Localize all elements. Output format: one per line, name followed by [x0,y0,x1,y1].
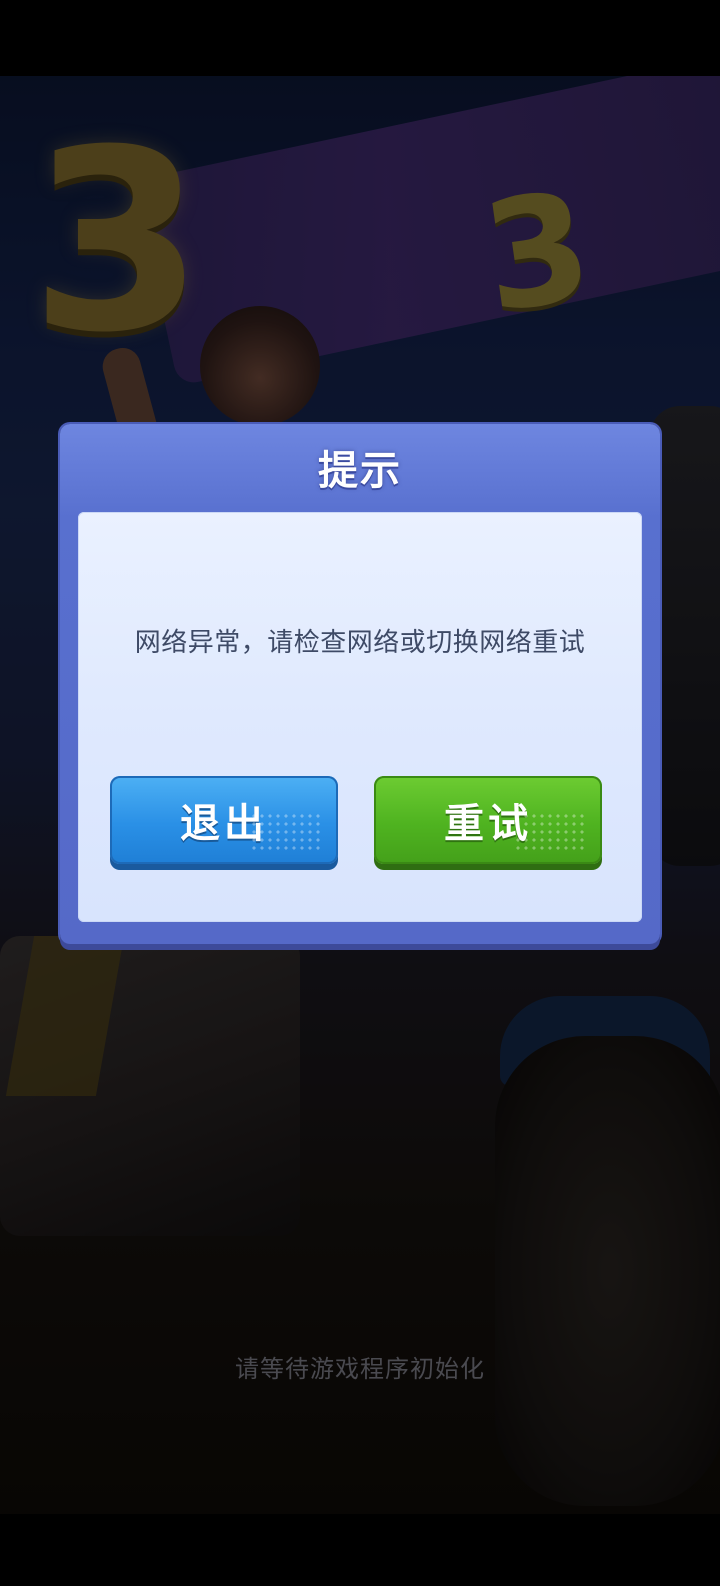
network-error-dialog: 提示 网络异常，请检查网络或切换网络重试 退出 重试 [60,424,660,944]
exit-button[interactable]: 退出 [110,776,338,864]
game-screen: 3 3 请等待游戏程序初始化 提示 网络异常，请检查网络或切换网络重试 退出 重… [0,0,720,1586]
loading-status-text: 请等待游戏程序初始化 [235,1355,485,1383]
dialog-message: 网络异常，请检查网络或切换网络重试 [134,628,586,658]
status-bar-area [0,0,720,76]
navigation-bar-area [0,1514,720,1586]
retry-button-label: 重试 [444,801,532,847]
dialog-content-panel: 网络异常，请检查网络或切换网络重试 退出 重试 [78,512,642,922]
retry-button[interactable]: 重试 [374,776,602,864]
dialog-title: 提示 [318,448,402,494]
exit-button-label: 退出 [180,801,268,847]
